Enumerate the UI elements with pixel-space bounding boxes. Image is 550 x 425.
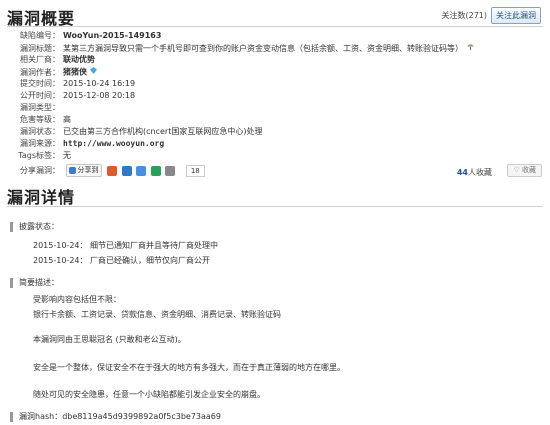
qzone-icon[interactable] (121, 165, 132, 176)
weibo-icon[interactable] (107, 165, 118, 176)
timeline-item: 2015-10-24： 厂商已经确认，细节仅向厂商公开 (33, 256, 211, 265)
details-divider (7, 206, 543, 207)
hash-label: 漏洞hash：dbe8119a45d9399892a0f5c3be73aa69 (10, 412, 221, 422)
author-link[interactable]: 猪猪侠 (63, 68, 87, 77)
overview-divider (7, 26, 543, 27)
summary-line: 受影响内容包括但不限： (33, 295, 121, 304)
summary-line: 本漏洞同由王思聪冠名 (只敢和老公互动)。 (33, 335, 186, 344)
favorite-count: 44人收藏 (456, 168, 492, 177)
field-vendor: 相关厂商： 联动优势 (20, 55, 95, 64)
field-submit-time: 提交时间： 2015-10-24 16:19 (20, 79, 136, 88)
share-to-button[interactable]: 分享到 (65, 164, 102, 177)
vendor-link[interactable]: 联动优势 (63, 55, 95, 64)
field-author: 漏洞作者： 猪猪侠 (0, 66, 97, 78)
umbrella-icon (466, 42, 475, 55)
favorite-button[interactable]: ♡ 收藏 (507, 164, 542, 177)
share-count: 18 (185, 164, 205, 177)
paw-icon[interactable] (136, 165, 147, 176)
source-link[interactable]: http://www.wooyun.org (63, 139, 164, 148)
field-bug-id: 缺陷编号： WooYun-2015-149163 (20, 31, 162, 40)
renren-icon[interactable] (150, 165, 161, 176)
summary-line: 随处可见的安全隐患，任意一个小缺陷都能引发企业安全的崩盘。 (33, 390, 265, 399)
field-source: 漏洞来源： http://www.wooyun.org (20, 139, 165, 148)
bug-id-link[interactable]: WooYun-2015-149163 (63, 31, 161, 40)
field-public-time: 公开时间： 2015-12-08 20:18 (20, 91, 136, 100)
disclosure-label: 披露状态： (10, 222, 59, 232)
share-icon (68, 166, 76, 174)
follow-area: 关注数(271) 关注此漏洞 (441, 7, 541, 24)
timeline-item: 2015-10-24： 细节已通知厂商并且等待厂商处理中 (33, 241, 219, 250)
follow-button[interactable]: 关注此漏洞 (491, 7, 541, 24)
field-severity: 危害等级：高 (20, 115, 71, 124)
summary-line: 银行卡余额、工资记录、贷款信息、资金明细、消费记录、转账验证码 (33, 310, 281, 319)
details-title: 漏洞详情 (7, 188, 76, 207)
field-title: 漏洞标题： 某第三方漏洞导致只需一个手机号即可查到你的账户资金变动信息（包括余额、… (0, 42, 475, 54)
summary-line: 安全是一个整体，保证安全不在于强大的地方有多强大，而在于真正薄弱的地方在哪里。 (33, 363, 345, 372)
field-type: 漏洞类型： (20, 103, 60, 112)
diamond-icon (89, 66, 97, 78)
field-status: 漏洞状态： 已交由第三方合作机构(cncert国家互联网应急中心)处理 (20, 127, 263, 136)
bug-title: 某第三方漏洞导致只需一个手机号即可查到你的账户资金变动信息（包括余额、工资、资金… (63, 44, 463, 53)
summary-label: 简要描述： (10, 278, 59, 288)
field-tags: Tags标签：无 (18, 151, 71, 160)
follow-count: 关注数(271) (441, 11, 487, 20)
more-share-icon[interactable] (165, 165, 176, 176)
